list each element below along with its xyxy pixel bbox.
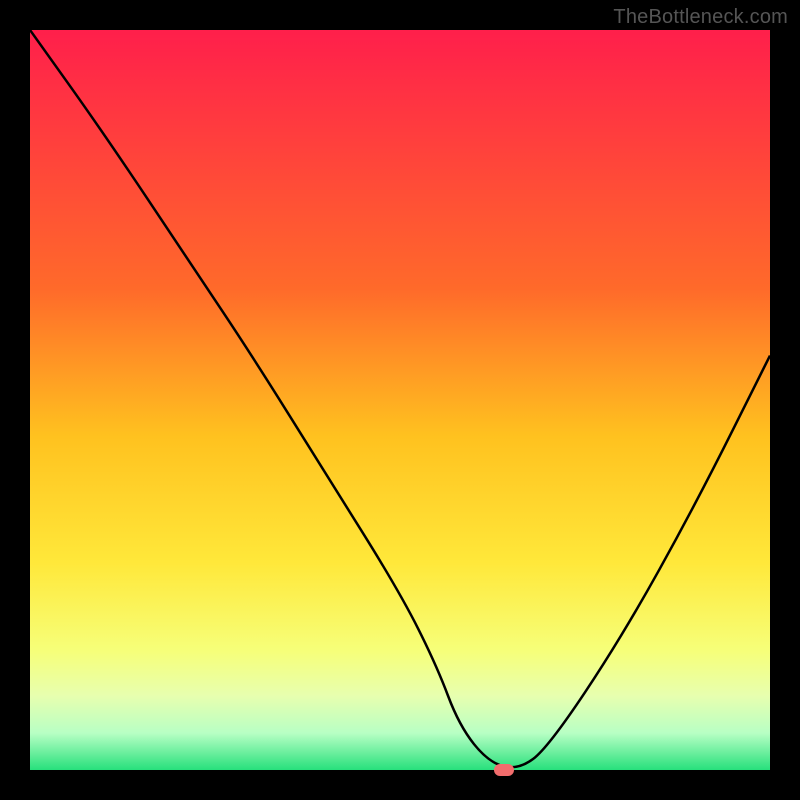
- gradient-backdrop: [30, 30, 770, 770]
- chart-svg: [30, 30, 770, 770]
- optimal-marker: [494, 764, 514, 776]
- plot-area: [30, 30, 770, 770]
- watermark-text: TheBottleneck.com: [613, 6, 788, 29]
- chart-frame: TheBottleneck.com: [0, 0, 800, 800]
